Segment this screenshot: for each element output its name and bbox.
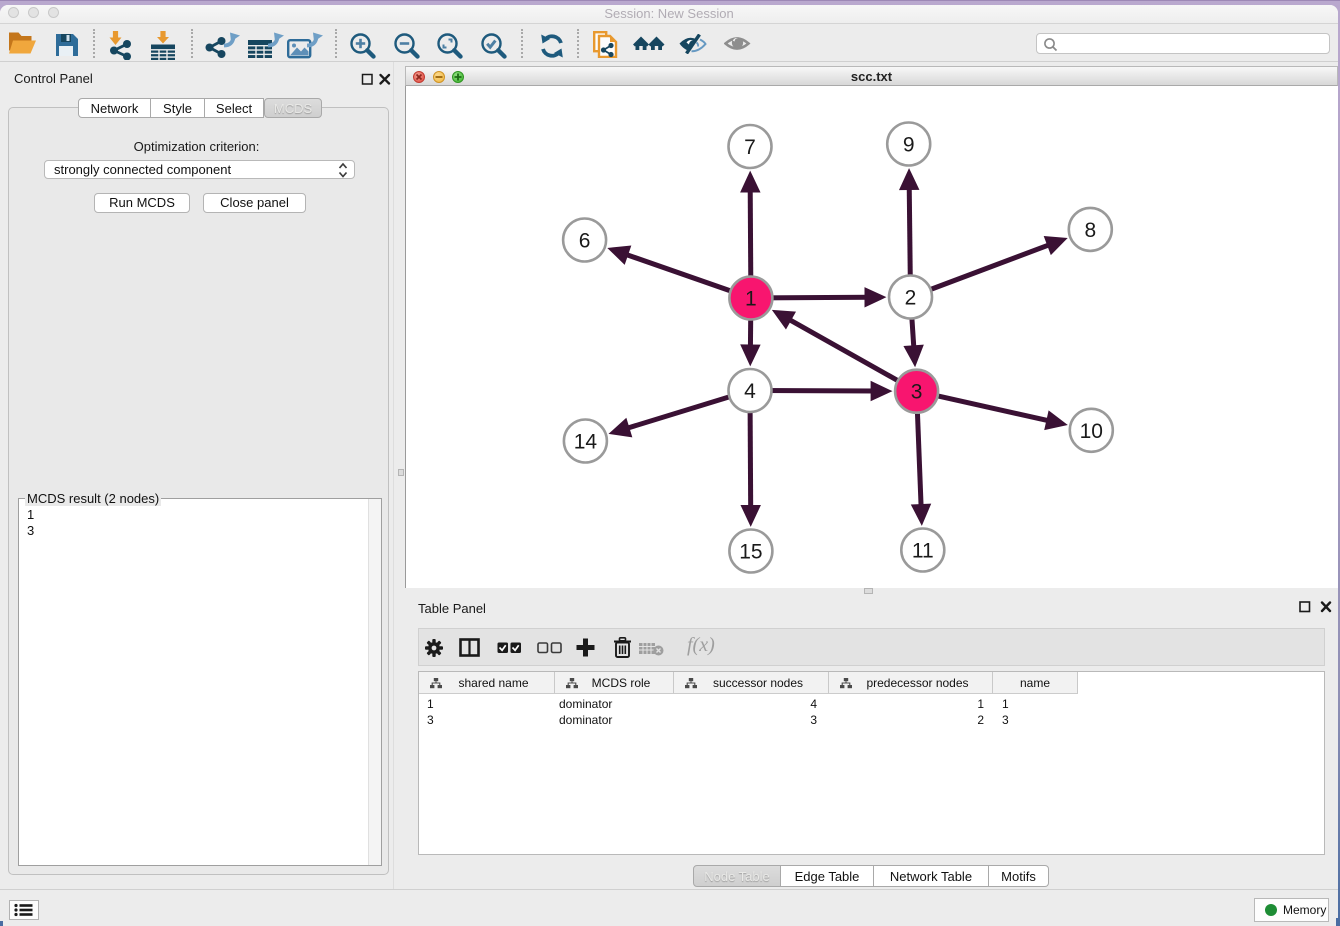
svg-text:10: 10 (1080, 420, 1103, 443)
svg-text:9: 9 (903, 134, 915, 157)
svg-text:1: 1 (745, 288, 757, 311)
svg-text:2: 2 (905, 287, 917, 310)
svg-text:14: 14 (574, 431, 598, 454)
svg-text:7: 7 (744, 136, 756, 159)
svg-text:4: 4 (744, 380, 756, 403)
svg-text:15: 15 (739, 541, 762, 564)
svg-text:11: 11 (912, 540, 934, 563)
svg-text:6: 6 (579, 230, 591, 253)
svg-text:8: 8 (1084, 219, 1096, 242)
svg-text:3: 3 (911, 381, 923, 404)
